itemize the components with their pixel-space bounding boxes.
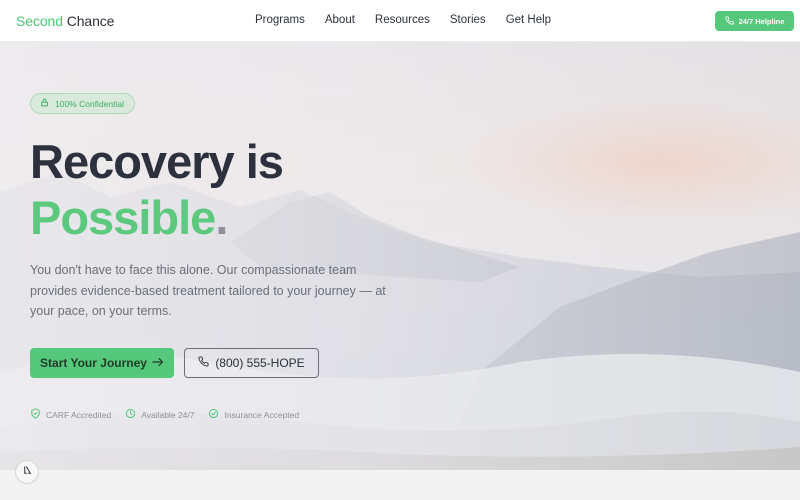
helpline-label: 24/7 Helpline	[738, 16, 785, 26]
accessibility-widget-icon	[22, 463, 33, 481]
nav-item-programs[interactable]: Programs	[255, 14, 305, 26]
brand-logo-part1: Second	[16, 13, 63, 29]
feature-available-label: Available 24/7	[141, 409, 195, 420]
start-journey-button[interactable]: Start Your Journey	[30, 348, 174, 378]
lock-icon	[40, 98, 49, 109]
hero-section: 100% Confidential Recovery is Possible. …	[0, 42, 800, 470]
accessibility-widget-button[interactable]	[15, 460, 39, 484]
hero-headline-dot: .	[215, 191, 228, 244]
clock-icon	[125, 408, 136, 421]
nav-item-about[interactable]: About	[325, 14, 355, 26]
phone-icon	[198, 356, 209, 370]
helpline-button[interactable]: 24/7 Helpline	[715, 11, 794, 31]
feature-insurance-label: Insurance Accepted	[224, 409, 300, 420]
feature-insurance: Insurance Accepted	[208, 408, 299, 421]
brand-logo-part2: Chance	[66, 13, 115, 29]
feature-carf-label: CARF Accredited	[46, 409, 112, 420]
hero-description: You don't have to face this alone. Our c…	[30, 263, 386, 318]
phone-number-label: (800) 555-HOPE	[215, 356, 305, 370]
nav-item-stories[interactable]: Stories	[450, 14, 486, 26]
hero-headline-line1: Recovery is	[30, 135, 284, 188]
feature-carf: CARF Accredited	[30, 408, 111, 421]
shield-check-icon	[30, 408, 41, 421]
feature-available: Available 24/7	[125, 408, 194, 421]
hero-headline-line2: Possible	[30, 191, 216, 244]
call-phone-button[interactable]: (800) 555-HOPE	[184, 348, 319, 378]
phone-icon	[724, 15, 734, 27]
brand-logo[interactable]: Second Chance	[16, 13, 114, 29]
start-journey-label: Start Your Journey	[40, 356, 147, 370]
trust-features: CARF Accredited Available 24/7 Insurance…	[30, 408, 299, 421]
main-nav: Programs About Resources Stories Get Hel…	[255, 14, 551, 26]
site-header: Second Chance Programs About Resources S…	[0, 0, 800, 42]
nav-item-get-help[interactable]: Get Help	[506, 14, 551, 26]
check-circle-icon	[208, 408, 219, 421]
hero-headline: Recovery is Possible.	[30, 134, 284, 246]
confidential-badge-label: 100% Confidential	[55, 98, 124, 109]
confidential-badge: 100% Confidential	[30, 93, 135, 114]
next-section-strip	[0, 470, 800, 500]
nav-item-resources[interactable]: Resources	[375, 14, 430, 26]
arrow-right-icon	[152, 356, 164, 370]
